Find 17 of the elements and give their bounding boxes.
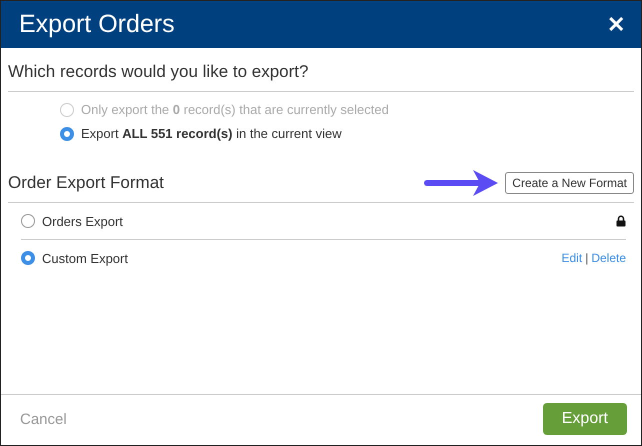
option-label: Only export the 0 record(s) that are currently selected xyxy=(81,102,389,117)
section-heading: Order Export Format xyxy=(8,173,165,193)
separator-text: | xyxy=(585,251,588,265)
cancel-button[interactable]: Cancel xyxy=(20,410,67,428)
format-label: Custom Export xyxy=(42,250,129,266)
radio-button[interactable] xyxy=(60,126,74,140)
option-label: Export ALL 551 record(s) in the current view xyxy=(81,126,342,141)
close-button[interactable]: ✕ xyxy=(607,12,625,38)
radio-button[interactable] xyxy=(21,214,35,228)
export-button[interactable]: Export xyxy=(542,403,627,435)
format-label: Orders Export xyxy=(42,214,124,228)
window-title: Export Orders xyxy=(19,10,175,39)
create-format-button[interactable]: Create a New Format xyxy=(505,172,634,194)
radio-button[interactable] xyxy=(21,251,35,265)
action-link[interactable]: Delete xyxy=(591,251,626,265)
action-link[interactable]: Edit xyxy=(562,251,582,265)
section-heading: Which records would you like to export? xyxy=(8,48,634,92)
